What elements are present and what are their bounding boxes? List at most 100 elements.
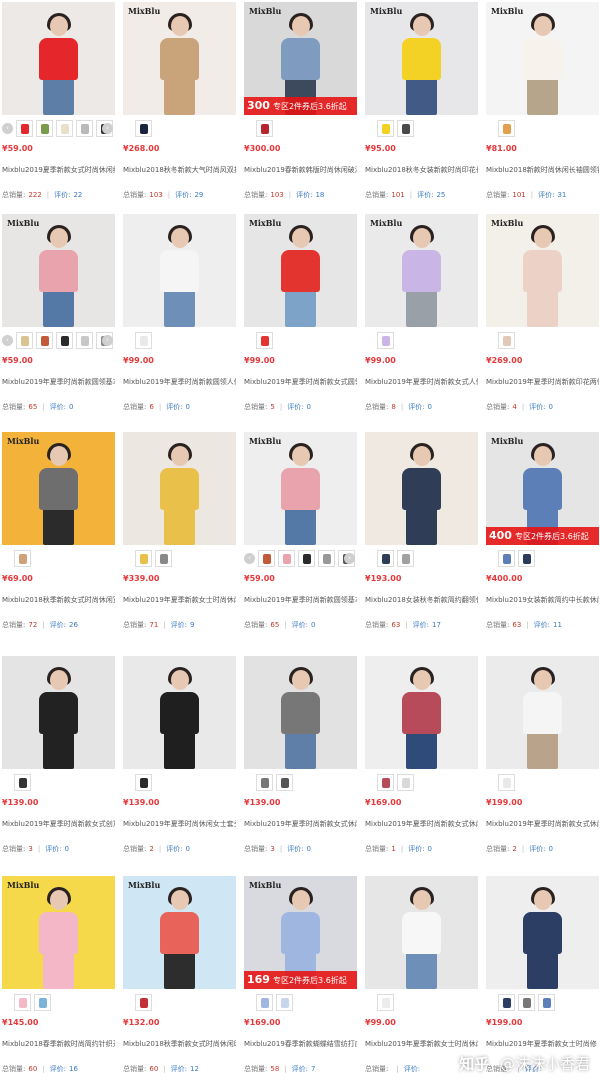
product-card[interactable]: MixBlu ¥132.00 Mixblu2018秋季新款女式时尚休闲印花卫衣女总销… [123, 876, 236, 1086]
color-swatch[interactable] [318, 550, 335, 567]
product-card[interactable]: MixBlu ¥95.00 Mixblu2018秋冬女装新款时尚印花长袖针织衫女总销… [365, 2, 478, 212]
product-image[interactable]: MixBlu [244, 432, 357, 545]
reviews-label[interactable]: 评价: [50, 403, 66, 411]
product-card[interactable]: MixBlu‹›¥59.00Mixblu2019年夏季时尚新款圆领基本T女式休闲… [244, 432, 357, 642]
product-image[interactable]: MixBlu 春装SALE400专区2件券后3.6折起 [486, 432, 599, 545]
reviews-label[interactable]: 评价: [166, 845, 182, 853]
reviews-label[interactable]: 评价: [413, 621, 429, 629]
product-card[interactable]: MixBlu ¥81.00 Mixblu2018新款时尚休闲长袖圆领针织衫女总销量:… [486, 2, 599, 212]
color-swatch[interactable] [135, 774, 152, 791]
product-card[interactable]: ‹›¥59.00Mixblu2019夏季新款女式时尚休闲纯色V领短袖T恤总销量:… [2, 2, 115, 212]
reviews-label[interactable]: 评价: [171, 1065, 187, 1073]
reviews-label[interactable]: 评价: [287, 845, 303, 853]
color-swatch[interactable] [14, 994, 31, 1011]
reviews-count[interactable]: 16 [69, 1065, 78, 1073]
reviews-count[interactable]: 22 [73, 191, 82, 199]
product-card[interactable]: ¥339.00 Mixblu2019年夏季新款女士时尚休闲纯色长袖连衣裙总销量:7… [123, 432, 236, 642]
product-image[interactable]: MixBlu [123, 876, 236, 989]
promo-banner[interactable]: 春装SALE300专区2件券后3.6折起 [244, 97, 357, 115]
reviews-count[interactable]: 0 [186, 845, 190, 853]
color-swatch[interactable] [135, 332, 152, 349]
reviews-count[interactable]: 29 [194, 191, 203, 199]
color-swatch[interactable] [258, 550, 275, 567]
reviews-count[interactable]: 0 [549, 845, 553, 853]
product-image[interactable]: MixBlu 春装SALE300专区2件券后3.6折起 [244, 2, 357, 115]
product-image[interactable] [365, 876, 478, 989]
reviews-count[interactable]: 0 [307, 845, 311, 853]
product-image[interactable]: MixBlu [2, 432, 115, 545]
color-swatch[interactable] [377, 120, 394, 137]
product-card[interactable]: MixBlu ¥69.00 Mixblu2018秋季新款女式时尚休闲宽松印字T恤女总… [2, 432, 115, 642]
reviews-label[interactable]: 评价: [538, 191, 554, 199]
reviews-count[interactable]: 12 [190, 1065, 199, 1073]
color-swatch[interactable] [377, 994, 394, 1011]
reviews-label[interactable]: 评价: [50, 621, 66, 629]
color-swatch[interactable] [498, 774, 515, 791]
product-title[interactable]: Mixblu2019年夏季新款女士时尚修 [486, 1038, 599, 1050]
color-swatch[interactable] [135, 120, 152, 137]
product-image[interactable]: MixBlu [123, 2, 236, 115]
color-swatch[interactable] [36, 120, 53, 137]
product-image[interactable] [123, 656, 236, 769]
product-image[interactable] [486, 656, 599, 769]
product-card[interactable]: ¥99.00 Mixblu2019年夏季时尚新款圆领人像印花女式T恤总销量:6 | 评… [123, 214, 236, 424]
product-title[interactable]: Mixblu2019年夏季时尚新款女式圆领印花T恤 [244, 376, 357, 388]
product-title[interactable]: Mixblu2018秋季新款女式时尚休闲宽松印字T恤女 [2, 594, 115, 606]
reviews-count[interactable]: 17 [432, 621, 441, 629]
product-image[interactable]: MixBlu [2, 876, 115, 989]
color-swatch[interactable] [155, 550, 172, 567]
product-title[interactable]: Mixblu2019夏季新款女式时尚休闲纯色V领短袖T恤 [2, 164, 115, 176]
reviews-count[interactable]: 0 [307, 403, 311, 411]
product-image[interactable] [365, 656, 478, 769]
product-title[interactable]: Mixblu2019年夏季时尚新款圆领人像印花女式T恤 [123, 376, 236, 388]
product-image[interactable] [365, 432, 478, 545]
reviews-label[interactable]: 评价: [166, 403, 182, 411]
product-card[interactable]: MixBlu ¥99.00 Mixblu2019年夏季时尚新款女式人像印花T恤总销量… [365, 214, 478, 424]
promo-banner[interactable]: 春装SALE169专区2件券后3.6折起 [244, 971, 357, 989]
product-image[interactable]: MixBlu [365, 2, 478, 115]
next-arrow-icon[interactable]: › [344, 553, 355, 564]
product-title[interactable]: Mixblu2019年夏季时尚新款女式休闲条纹字母衬衫 [365, 818, 478, 830]
product-title[interactable]: Mixblu2019年夏季新款女士时尚休闲纯色长袖连衣裙 [123, 594, 236, 606]
reviews-label[interactable]: 评价: [292, 621, 308, 629]
prev-arrow-icon[interactable]: ‹ [2, 335, 13, 346]
product-title[interactable]: Mixblu2018秋季新款女式时尚休闲印花卫衣女 [123, 1038, 236, 1050]
product-title[interactable]: Mixblu2019年夏季时尚新款女式人像印花T恤 [365, 376, 478, 388]
color-swatch[interactable] [76, 332, 93, 349]
product-card[interactable]: MixBlu ¥268.00 Mixblu2018秋冬新款大气时尚风双排扣修身风衣女… [123, 2, 236, 212]
color-swatch[interactable] [397, 120, 414, 137]
product-title[interactable]: Mixblu2019年夏季时尚新款圆领基本T女式休闲T恤 [244, 594, 357, 606]
product-image[interactable]: MixBlu [486, 214, 599, 327]
color-swatch[interactable] [16, 120, 33, 137]
color-swatch[interactable] [518, 994, 535, 1011]
reviews-count[interactable]: 25 [436, 191, 445, 199]
product-card[interactable]: MixBlu 春装SALE169专区2件券后3.6折起 ¥169.00 Mixblu2… [244, 876, 357, 1086]
product-title[interactable]: Mixblu2019春季新款蝴蝶结雪纺打底长袖系带衬衫女 [244, 1038, 357, 1050]
color-swatch[interactable] [16, 332, 33, 349]
reviews-count[interactable]: 0 [69, 403, 73, 411]
product-image[interactable]: MixBlu [244, 214, 357, 327]
product-image[interactable]: MixBlu 春装SALE169专区2件券后3.6折起 [244, 876, 357, 989]
color-swatch[interactable] [135, 550, 152, 567]
color-swatch[interactable] [276, 774, 293, 791]
color-swatch[interactable] [135, 994, 152, 1011]
color-swatch[interactable] [278, 550, 295, 567]
color-swatch[interactable] [498, 994, 515, 1011]
reviews-count[interactable]: 11 [553, 621, 562, 629]
product-card[interactable]: MixBlu‹›¥59.00Mixblu2019年夏季时尚新款圆领基本T女式休闲… [2, 214, 115, 424]
product-title[interactable]: Mixblu2018女装秋冬新款简约翻领休闲风衣女 [365, 594, 478, 606]
product-image[interactable] [244, 656, 357, 769]
product-title[interactable]: Mixblu2018秋冬女装新款时尚印花长袖针织衫女 [365, 164, 478, 176]
product-title[interactable]: Mixblu2019年夏季时尚新款女式休闲透明T恤两件套 [244, 818, 357, 830]
product-image[interactable]: MixBlu [486, 2, 599, 115]
color-swatch[interactable] [518, 550, 535, 567]
product-title[interactable]: Mixblu2019女装新款简约中长款休闲长袖翻领修身风衣女 [486, 594, 599, 606]
color-swatch[interactable] [498, 550, 515, 567]
product-image[interactable]: MixBlu [365, 214, 478, 327]
reviews-label[interactable]: 评价: [296, 191, 312, 199]
reviews-label[interactable]: 评价: [171, 621, 187, 629]
product-card[interactable]: ¥169.00 Mixblu2019年夏季时尚新款女式休闲条纹字母衬衫总销量:1 |… [365, 656, 478, 866]
color-swatch[interactable] [498, 120, 515, 137]
reviews-count[interactable]: 0 [186, 403, 190, 411]
product-card[interactable]: ¥199.00 Mixblu2019年夏季时尚新款女式休闲刺绣衬衫总销量:2 | 评价… [486, 656, 599, 866]
